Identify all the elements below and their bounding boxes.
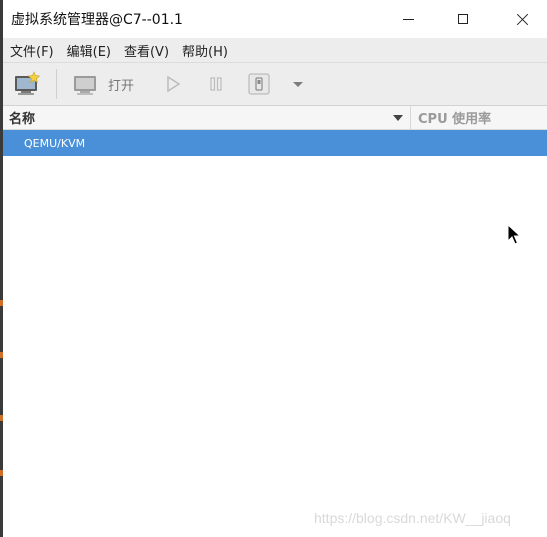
vm-list-area[interactable] [3, 156, 547, 537]
sort-arrow-icon [393, 115, 403, 121]
menu-view[interactable]: 查看(V) [118, 41, 175, 60]
shutdown-button[interactable] [247, 71, 271, 97]
run-button[interactable] [163, 71, 183, 97]
shutdown-menu-button[interactable] [291, 71, 305, 97]
title-bar: 虚拟系统管理器@C7--01.1 [3, 0, 547, 38]
list-header: 名称 CPU 使用率 [3, 106, 547, 130]
run-icon [167, 75, 181, 93]
menu-bar: 文件(F) 编辑(E) 查看(V) 帮助(H) [3, 38, 547, 63]
dropdown-arrow-icon [293, 82, 303, 87]
menu-file[interactable]: 文件(F) [4, 41, 60, 60]
maximize-button[interactable] [443, 0, 483, 38]
new-vm-button[interactable] [13, 71, 41, 97]
watermark-text: https://blog.csdn.net/KW__jiaoq [314, 510, 511, 526]
minimize-icon [402, 18, 414, 20]
connection-row[interactable]: QEMU/KVM [3, 130, 547, 156]
close-button[interactable] [502, 0, 542, 38]
new-vm-icon [15, 71, 41, 95]
shutdown-icon [248, 73, 270, 95]
column-name-label: 名称 [9, 112, 36, 127]
toolbar-separator [56, 69, 57, 99]
menu-edit[interactable]: 编辑(E) [61, 41, 117, 60]
open-button[interactable] [71, 71, 99, 97]
monitor-icon [74, 76, 96, 95]
mouse-cursor-icon [507, 224, 521, 245]
maximize-icon [458, 14, 468, 24]
pause-icon [210, 77, 222, 91]
column-header-cpu[interactable]: CPU 使用率 [418, 106, 491, 129]
minimize-button[interactable] [388, 0, 428, 38]
window-title: 虚拟系统管理器@C7--01.1 [11, 12, 183, 28]
close-icon [516, 13, 529, 26]
toolbar: 打开 [3, 63, 547, 106]
connection-name: QEMU/KVM [24, 136, 86, 150]
open-button-label[interactable]: 打开 [108, 71, 134, 97]
pause-button[interactable] [206, 71, 226, 97]
column-header-name[interactable]: 名称 [3, 106, 411, 129]
menu-help[interactable]: 帮助(H) [176, 41, 234, 60]
